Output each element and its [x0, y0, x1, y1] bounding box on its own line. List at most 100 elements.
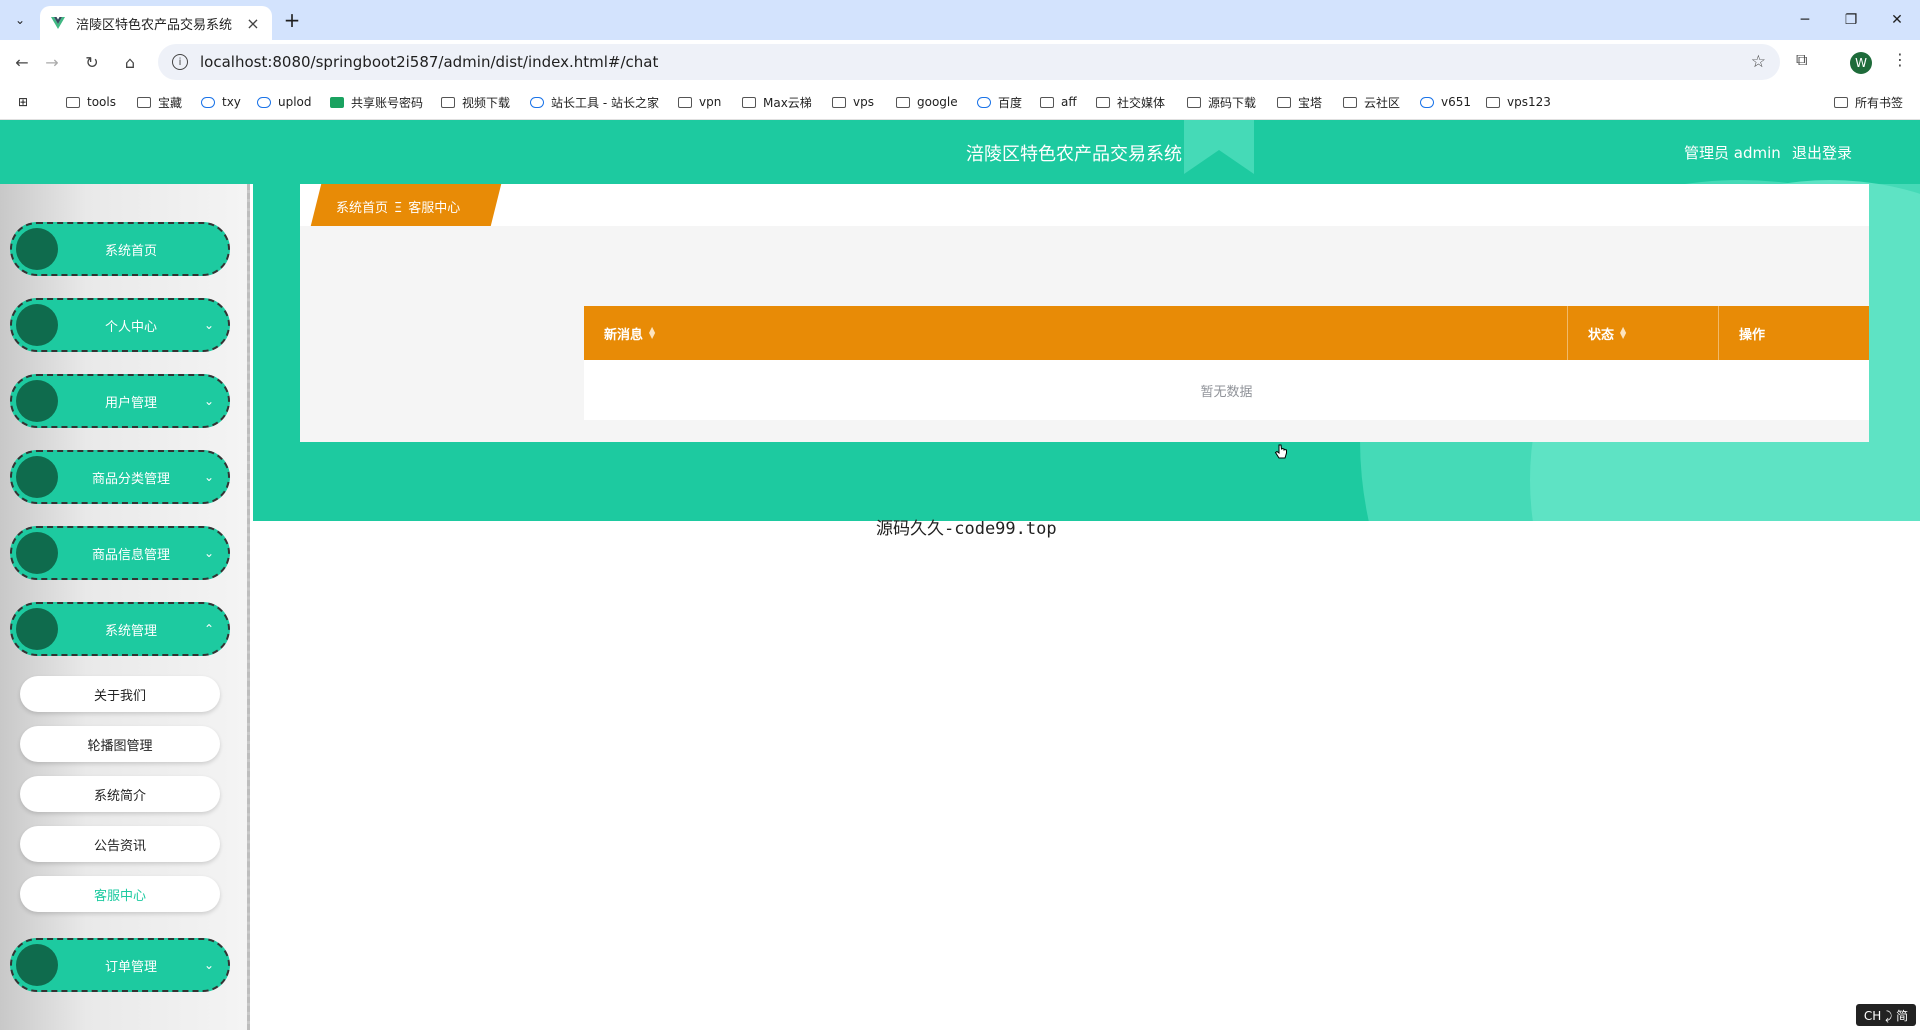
folder-icon — [1187, 96, 1201, 108]
table-header: 新消息 ▲ ▼ 状态 ▲ ▼ 操作 — [584, 306, 1869, 360]
bookmark-item[interactable]: tools — [66, 92, 116, 112]
bookmark-item[interactable]: 宝塔 — [1277, 92, 1322, 112]
bookmark-label: tools — [87, 95, 116, 109]
address-bar[interactable]: i localhost:8080/springboot2i587/admin/d… — [158, 44, 1780, 80]
bookmark-label: 云社区 — [1364, 95, 1401, 110]
extensions-icon[interactable]: ⧉ — [1796, 50, 1807, 70]
ime-indicator[interactable]: CH ⤸ 简 — [1856, 1004, 1916, 1026]
minimize-icon[interactable]: ─ — [1782, 0, 1828, 40]
bookmark-item[interactable]: 源码下载 — [1187, 92, 1256, 112]
chevron-down-icon: ⌄ — [203, 318, 214, 332]
menu-dot-icon — [16, 228, 58, 270]
new-tab-button[interactable]: + — [280, 8, 304, 32]
breadcrumb-separator-icon: Ξ — [394, 201, 403, 216]
bookmark-item[interactable]: 百度 — [977, 92, 1022, 112]
bookmark-item[interactable]: 站长工具 - 站长之家 — [530, 92, 659, 112]
folder-icon — [66, 96, 80, 108]
sort-icon[interactable]: ▲ ▼ — [1620, 326, 1626, 340]
browser-tab[interactable]: 涪陵区特色农产品交易系统 × — [40, 6, 272, 40]
site-icon — [1420, 96, 1434, 108]
bookmark-item[interactable]: vps123 — [1486, 92, 1551, 112]
bookmark-label: 宝藏 — [158, 95, 183, 110]
menu-dot-icon — [16, 304, 58, 346]
bookmark-item[interactable]: 宝藏 — [137, 92, 182, 112]
column-label: 操作 — [1739, 327, 1766, 343]
column-label: 新消息 — [604, 327, 644, 343]
menu-system-management[interactable]: 系统管理 ⌃ — [10, 602, 230, 656]
bookmark-label: 源码下载 — [1208, 95, 1257, 110]
column-header-actions: 操作 — [1719, 306, 1869, 360]
forward-icon[interactable]: → — [40, 50, 64, 74]
column-header-status[interactable]: 状态 ▲ ▼ — [1568, 306, 1719, 360]
submenu-announcements[interactable]: 公告资讯 — [20, 826, 220, 862]
breadcrumb-home[interactable]: 系统首页 — [336, 201, 388, 216]
menu-user-management[interactable]: 用户管理 ⌄ — [10, 374, 230, 428]
close-window-icon[interactable]: ✕ — [1874, 0, 1920, 40]
browser-menu-icon[interactable]: ⋮ — [1892, 50, 1908, 69]
site-icon — [530, 96, 544, 108]
baidu-icon — [977, 96, 991, 108]
reload-icon[interactable]: ↻ — [80, 50, 104, 74]
bookmark-label: vps — [853, 95, 874, 109]
bookmark-item[interactable]: 共享账号密码 — [330, 92, 423, 112]
menu-label: 系统首页 — [104, 243, 157, 259]
submenu-about-us[interactable]: 关于我们 — [20, 676, 220, 712]
menu-label: 系统管理 — [104, 623, 157, 639]
site-title: 涪陵区特色农产品交易系统 — [966, 144, 1182, 165]
bookmark-item[interactable]: vpn — [678, 92, 721, 112]
all-bookmarks[interactable]: 所有书签 — [1834, 92, 1903, 112]
submenu-system-intro[interactable]: 系统简介 — [20, 776, 220, 812]
browser-tab-strip: ⌄ 涪陵区特色农产品交易系统 × + ─ ❐ ✕ — [0, 0, 1920, 40]
menu-label: 商品信息管理 — [91, 547, 170, 563]
tab-search-icon[interactable]: ⌄ — [8, 8, 32, 32]
bookmark-item[interactable]: 云社区 — [1343, 92, 1400, 112]
app-header: 涪陵区特色农产品交易系统 管理员 admin 退出登录 — [0, 120, 1920, 184]
profile-avatar[interactable]: W — [1850, 52, 1872, 74]
menu-dot-icon — [16, 944, 58, 986]
menu-home[interactable]: 系统首页 — [10, 222, 230, 276]
bookmark-item[interactable]: uplod — [257, 92, 312, 112]
bookmark-item[interactable]: google — [896, 92, 958, 112]
restore-icon[interactable]: ❐ — [1828, 0, 1874, 40]
submenu-carousel[interactable]: 轮播图管理 — [20, 726, 220, 762]
bookmark-item[interactable]: vps — [832, 92, 874, 112]
menu-personal-center[interactable]: 个人中心 ⌄ — [10, 298, 230, 352]
bookmark-label: 视频下载 — [462, 95, 511, 110]
chevron-down-icon: ⌄ — [203, 394, 214, 408]
menu-category-management[interactable]: 商品分类管理 ⌄ — [10, 450, 230, 504]
chevron-down-icon: ⌄ — [203, 958, 214, 972]
sort-icon[interactable]: ▲ ▼ — [649, 326, 655, 340]
folder-icon — [137, 96, 151, 108]
bookmark-item[interactable]: txy — [201, 92, 241, 112]
home-icon[interactable]: ⌂ — [118, 50, 142, 74]
bookmark-label: 百度 — [998, 95, 1023, 110]
bookmark-item[interactable]: 社交媒体 — [1096, 92, 1165, 112]
menu-label: 订单管理 — [104, 959, 157, 975]
bookmark-star-icon[interactable]: ☆ — [1751, 52, 1766, 72]
menu-label: 商品分类管理 — [91, 471, 170, 487]
bookmark-item[interactable]: aff — [1040, 92, 1077, 112]
folder-icon — [1040, 96, 1054, 108]
menu-dot-icon — [16, 456, 58, 498]
back-icon[interactable]: ← — [10, 50, 34, 74]
chevron-down-icon: ⌄ — [203, 546, 214, 560]
menu-dot-icon — [16, 532, 58, 574]
menu-product-management[interactable]: 商品信息管理 ⌄ — [10, 526, 230, 580]
logout-link[interactable]: 退出登录 — [1792, 142, 1852, 163]
bookmark-label: google — [917, 95, 958, 109]
menu-order-management[interactable]: 订单管理 ⌄ — [10, 938, 230, 992]
bookmark-item[interactable]: Max云梯 — [742, 92, 812, 112]
sidebar: 系统首页 个人中心 ⌄ 用户管理 ⌄ 商品分类管理 ⌄ 商品信息管理 ⌄ 系统管… — [0, 184, 250, 1030]
tab-close-icon[interactable]: × — [244, 14, 262, 33]
submenu-customer-service[interactable]: 客服中心 — [20, 876, 220, 912]
bookmark-item[interactable]: 视频下载 — [441, 92, 510, 112]
column-header-new-message[interactable]: 新消息 ▲ ▼ — [584, 306, 1568, 360]
bookmark-label: 社交媒体 — [1117, 95, 1166, 110]
bookmark-item[interactable]: v651 — [1420, 92, 1471, 112]
apps-grid-icon[interactable]: ⊞ — [18, 92, 28, 112]
tab-title: 涪陵区特色农产品交易系统 — [76, 17, 233, 33]
site-info-icon[interactable]: i — [172, 54, 188, 70]
table-empty: 暂无数据 — [584, 360, 1869, 420]
chevron-up-icon: ⌃ — [203, 622, 214, 636]
bookmark-label: 共享账号密码 — [351, 95, 424, 110]
